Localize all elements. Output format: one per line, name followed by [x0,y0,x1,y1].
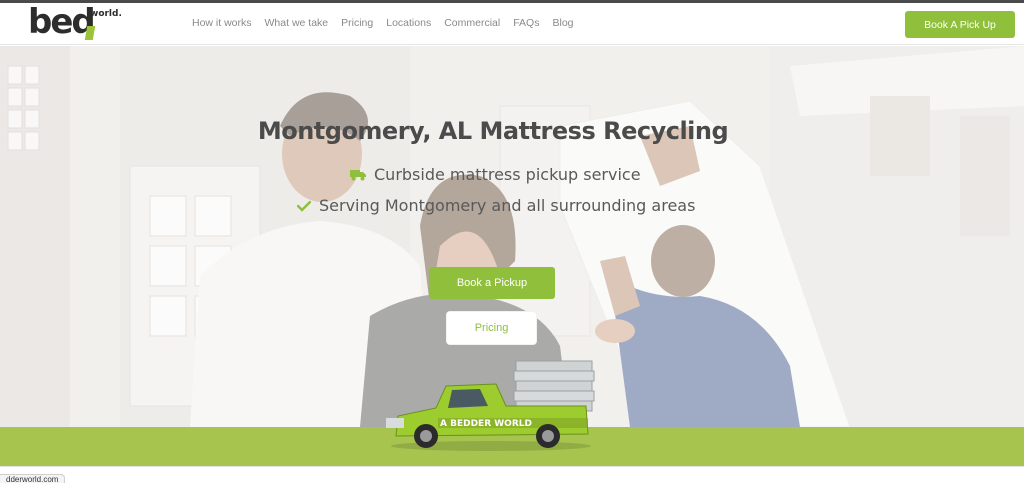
feature-serving: Serving Montgomery and all surrounding a… [297,196,695,215]
feature-text: Curbside mattress pickup service [374,165,641,184]
status-url-tooltip: dderworld.com [0,474,66,483]
bedworld-logo[interactable]: bed world. [28,2,128,44]
truck-icon [350,169,366,180]
feature-curbside: Curbside mattress pickup service [350,165,641,184]
site-header: bed world. How it works What we take Pri… [0,3,1024,45]
nav-blog[interactable]: Blog [552,17,573,29]
nav-how-it-works[interactable]: How it works [192,17,252,29]
nav-commercial[interactable]: Commercial [444,17,500,29]
check-icon [297,200,311,212]
nav-faqs[interactable]: FAQs [513,17,539,29]
main-nav: How it works What we take Pricing Locati… [192,17,574,29]
nav-what-we-take[interactable]: What we take [265,17,329,29]
pickup-truck-illustration: A BEDDER WORLD [386,360,595,451]
pricing-button[interactable]: Pricing [447,312,536,344]
nav-locations[interactable]: Locations [386,17,431,29]
nav-pricing[interactable]: Pricing [341,17,373,29]
truck-logo: A BEDDER WORLD [440,419,532,429]
logo-wordmark: bed [28,2,96,42]
book-pickup-header-button[interactable]: Book A Pick Up [905,11,1015,38]
feature-text: Serving Montgomery and all surrounding a… [319,196,696,215]
bottom-strip [0,466,1024,483]
logo-sup: world. [90,9,122,19]
book-pickup-button[interactable]: Book a Pickup [429,267,555,299]
hero-title: Montgomery, AL Mattress Recycling [257,117,729,145]
